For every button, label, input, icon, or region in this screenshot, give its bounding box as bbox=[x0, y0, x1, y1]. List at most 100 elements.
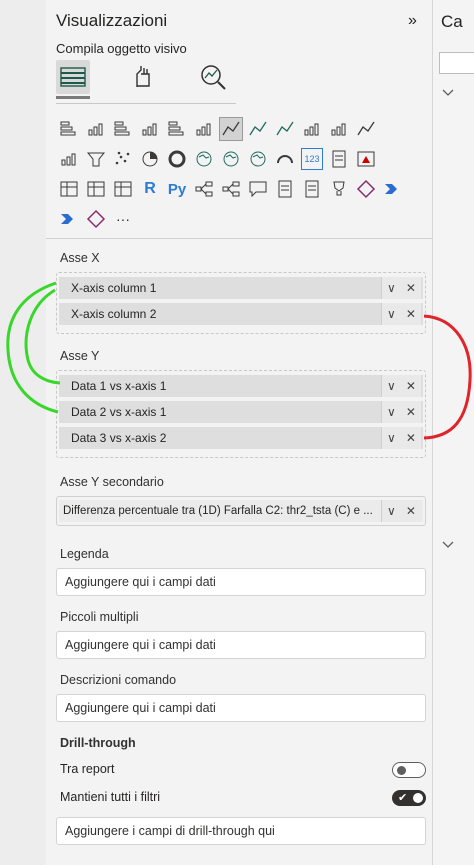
y2-axis-well[interactable]: Differenza percentuale tra (1D) Farfalla… bbox=[56, 496, 426, 526]
field-label: X-axis column 1 bbox=[71, 281, 157, 295]
donut-icon[interactable] bbox=[166, 148, 188, 170]
tooltips-drop-zone[interactable]: Aggiungere qui i campi dati bbox=[56, 694, 426, 722]
ribbon-chart-icon[interactable] bbox=[355, 118, 377, 140]
chevron-down-icon[interactable] bbox=[441, 88, 455, 98]
decomposition-tree-icon[interactable] bbox=[220, 178, 242, 200]
get-more-icon[interactable] bbox=[85, 208, 107, 230]
scatter-icon[interactable] bbox=[112, 148, 134, 170]
field-actions: ∨ ✕ bbox=[381, 303, 421, 325]
build-visual-icon[interactable] bbox=[56, 60, 90, 94]
close-icon[interactable]: ✕ bbox=[406, 379, 416, 393]
y-axis-label: Asse Y bbox=[60, 349, 100, 363]
collapse-pane-icon[interactable]: » bbox=[408, 12, 417, 30]
line-chart-icon[interactable] bbox=[219, 117, 243, 141]
x-axis-field-2[interactable]: X-axis column 2 ∨ ✕ bbox=[59, 303, 423, 325]
r-visual-icon[interactable]: R bbox=[139, 178, 161, 200]
close-icon[interactable]: ✕ bbox=[406, 431, 416, 445]
clustered-bar-icon[interactable] bbox=[112, 118, 134, 140]
chevron-down-icon[interactable]: ∨ bbox=[387, 504, 396, 518]
stacked-area-icon[interactable] bbox=[274, 118, 296, 140]
cross-report-toggle[interactable] bbox=[392, 762, 426, 778]
close-icon[interactable]: ✕ bbox=[406, 307, 416, 321]
matrix-icon[interactable] bbox=[112, 178, 134, 200]
fields-search-input[interactable] bbox=[439, 52, 474, 74]
chevron-down-icon[interactable]: ∨ bbox=[387, 431, 396, 445]
check-icon: ✔ bbox=[398, 792, 408, 804]
y-axis-field-2[interactable]: Data 2 vs x-axis 1 ∨ ✕ bbox=[59, 401, 423, 423]
filled-map-icon[interactable] bbox=[247, 148, 269, 170]
waterfall-icon[interactable] bbox=[58, 148, 80, 170]
paginated-icon[interactable] bbox=[301, 178, 323, 200]
more-icon[interactable]: ··· bbox=[112, 208, 134, 230]
100-bar-icon[interactable] bbox=[166, 118, 188, 140]
field-actions: ∨ ✕ bbox=[381, 500, 421, 522]
toggle-knob bbox=[413, 793, 423, 803]
left-strip bbox=[0, 0, 46, 865]
toggle-knob bbox=[397, 766, 406, 775]
power-automate-alt-icon[interactable] bbox=[58, 208, 80, 230]
close-icon[interactable]: ✕ bbox=[406, 405, 416, 419]
100-column-icon[interactable] bbox=[193, 118, 215, 140]
legend-drop-zone[interactable]: Aggiungere qui i campi dati bbox=[56, 568, 426, 596]
qna-icon[interactable] bbox=[247, 178, 269, 200]
small-multiples-label: Piccoli multipli bbox=[60, 610, 139, 624]
y2-axis-field[interactable]: Differenza percentuale tra (1D) Farfalla… bbox=[59, 500, 423, 522]
field-label: X-axis column 2 bbox=[71, 307, 157, 321]
smart-narrative-icon[interactable] bbox=[274, 178, 296, 200]
gauge-icon[interactable] bbox=[274, 148, 296, 170]
field-actions: ∨ ✕ bbox=[381, 375, 421, 397]
multirow-card-icon[interactable] bbox=[328, 148, 350, 170]
section-divider bbox=[46, 238, 432, 239]
keep-filters-label: Mantieni tutti i filtri bbox=[60, 790, 161, 804]
chevron-down-icon[interactable]: ∨ bbox=[387, 281, 396, 295]
active-tab-indicator bbox=[56, 96, 90, 99]
close-icon[interactable]: ✕ bbox=[406, 281, 416, 295]
chevron-down-icon[interactable]: ∨ bbox=[387, 379, 396, 393]
field-label: Data 2 vs x-axis 1 bbox=[71, 405, 167, 419]
table-icon[interactable] bbox=[85, 178, 107, 200]
tooltips-label: Descrizioni comando bbox=[60, 673, 177, 687]
kpi-icon[interactable] bbox=[355, 148, 377, 170]
line-clustered-column-icon[interactable] bbox=[328, 118, 350, 140]
metrics-icon[interactable] bbox=[328, 178, 350, 200]
key-influencers-icon[interactable] bbox=[193, 178, 215, 200]
pie-icon[interactable] bbox=[139, 148, 161, 170]
y-axis-field-1[interactable]: Data 1 vs x-axis 1 ∨ ✕ bbox=[59, 375, 423, 397]
stacked-column-icon[interactable] bbox=[85, 118, 107, 140]
keep-filters-toggle[interactable]: ✔ bbox=[392, 790, 426, 806]
y2-axis-label: Asse Y secondario bbox=[60, 475, 164, 489]
field-label: Data 3 vs x-axis 2 bbox=[71, 431, 167, 445]
x-axis-well[interactable]: X-axis column 1 ∨ ✕ X-axis column 2 ∨ ✕ bbox=[56, 272, 426, 334]
chevron-down-icon[interactable]: ∨ bbox=[387, 405, 396, 419]
x-axis-field-1[interactable]: X-axis column 1 ∨ ✕ bbox=[59, 277, 423, 299]
stacked-bar-icon[interactable] bbox=[58, 118, 80, 140]
card-icon[interactable]: 123 bbox=[301, 148, 323, 170]
y-axis-field-3[interactable]: Data 3 vs x-axis 2 ∨ ✕ bbox=[59, 427, 423, 449]
line-stacked-column-icon[interactable] bbox=[301, 118, 323, 140]
treemap-icon[interactable] bbox=[193, 148, 215, 170]
field-label: Data 1 vs x-axis 1 bbox=[71, 379, 167, 393]
funnel-icon[interactable] bbox=[85, 148, 107, 170]
power-apps-icon[interactable] bbox=[355, 178, 377, 200]
python-visual-icon[interactable]: Py bbox=[166, 178, 188, 200]
format-visual-icon[interactable] bbox=[126, 60, 160, 94]
tab-separator bbox=[56, 103, 236, 104]
chevron-down-icon[interactable]: ∨ bbox=[387, 307, 396, 321]
area-chart-icon[interactable] bbox=[247, 118, 269, 140]
map-icon[interactable] bbox=[220, 148, 242, 170]
small-multiples-drop-zone[interactable]: Aggiungere qui i campi dati bbox=[56, 631, 426, 659]
field-actions: ∨ ✕ bbox=[381, 277, 421, 299]
fields-pane-collapsed[interactable]: Ca bbox=[432, 0, 474, 865]
x-axis-label: Asse X bbox=[60, 251, 100, 265]
power-automate-icon[interactable] bbox=[382, 178, 404, 200]
chevron-down-icon[interactable] bbox=[441, 540, 455, 550]
field-actions: ∨ ✕ bbox=[381, 401, 421, 423]
analytics-icon[interactable] bbox=[196, 60, 230, 94]
clustered-column-icon[interactable] bbox=[139, 118, 161, 140]
y-axis-well[interactable]: Data 1 vs x-axis 1 ∨ ✕ Data 2 vs x-axis … bbox=[56, 370, 426, 458]
slicer-icon[interactable] bbox=[58, 178, 80, 200]
field-label: Differenza percentuale tra (1D) Farfalla… bbox=[63, 505, 373, 517]
drillthrough-drop-zone[interactable]: Aggiungere i campi di drill-through qui bbox=[56, 817, 426, 845]
close-icon[interactable]: ✕ bbox=[406, 504, 416, 518]
legend-label: Legenda bbox=[60, 547, 109, 561]
